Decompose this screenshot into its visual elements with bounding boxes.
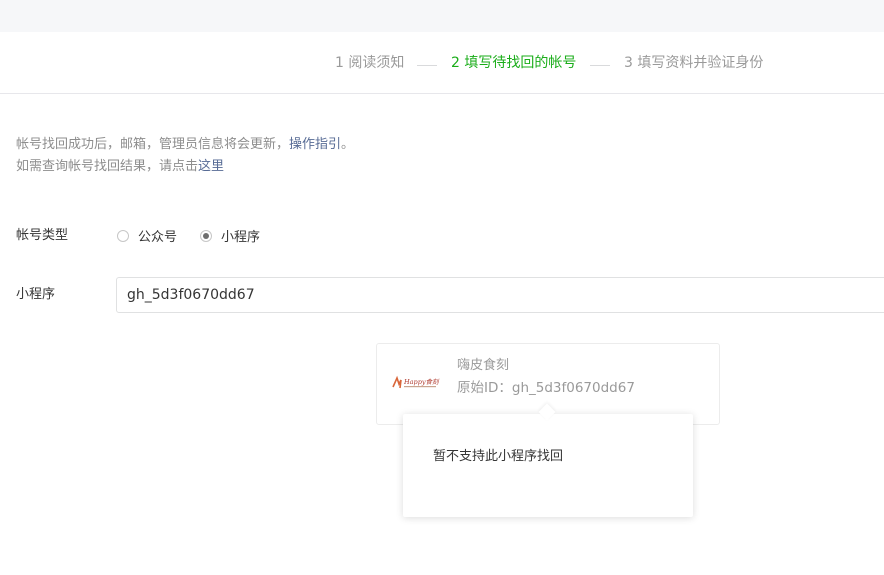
- step-divider: [417, 65, 437, 66]
- miniprogram-label: 小程序: [16, 287, 56, 302]
- step-divider: [590, 65, 610, 66]
- notice-line-1-end: 。: [341, 137, 355, 152]
- miniprogram-logo: Happy食刻: [391, 375, 441, 391]
- notice-line-2-text: 如需查询帐号找回结果，请点击: [16, 159, 199, 174]
- notice-line-1-text: 帐号找回成功后，邮箱，管理员信息将会更新，: [16, 137, 290, 152]
- unsupported-popover: 暂不支持此小程序找回: [403, 414, 693, 517]
- miniprogram-id-input[interactable]: [116, 277, 884, 313]
- radio-official-account-label: 公众号: [138, 230, 178, 245]
- radio-checked-icon[interactable]: [200, 229, 212, 242]
- popover-message: 暂不支持此小程序找回: [433, 449, 564, 464]
- guide-link[interactable]: 操作指引: [289, 137, 341, 152]
- radio-miniprogram[interactable]: 小程序: [200, 226, 260, 245]
- step-indicator: 1 阅读须知 2 填写待找回的帐号 3 填写资料并验证身份: [0, 32, 884, 94]
- notice-text: 帐号找回成功后，邮箱，管理员信息将会更新，操作指引。 如需查询帐号找回结果，请点…: [16, 134, 354, 178]
- miniprogram-original-id: 原始ID：gh_5d3f0670dd67: [457, 380, 635, 396]
- step-1: 1 阅读须知: [335, 55, 405, 71]
- step-3: 3 填写资料并验证身份: [624, 55, 764, 71]
- result-query-link[interactable]: 这里: [198, 159, 224, 174]
- step-2: 2 填写待找回的帐号: [451, 55, 577, 71]
- logo-text: Happy食刻: [403, 378, 440, 386]
- account-type-label: 帐号类型: [16, 228, 69, 243]
- notice-line-2: 如需查询帐号找回结果，请点击这里: [16, 156, 354, 178]
- miniprogram-name: 嗨皮食刻: [457, 358, 510, 373]
- happy-logo-icon: Happy食刻: [392, 375, 440, 389]
- radio-official-account[interactable]: 公众号: [117, 226, 177, 245]
- notice-line-1: 帐号找回成功后，邮箱，管理员信息将会更新，操作指引。: [16, 134, 354, 156]
- radio-unchecked-icon[interactable]: [117, 229, 129, 242]
- radio-miniprogram-label: 小程序: [221, 230, 261, 245]
- top-bar: [0, 0, 884, 32]
